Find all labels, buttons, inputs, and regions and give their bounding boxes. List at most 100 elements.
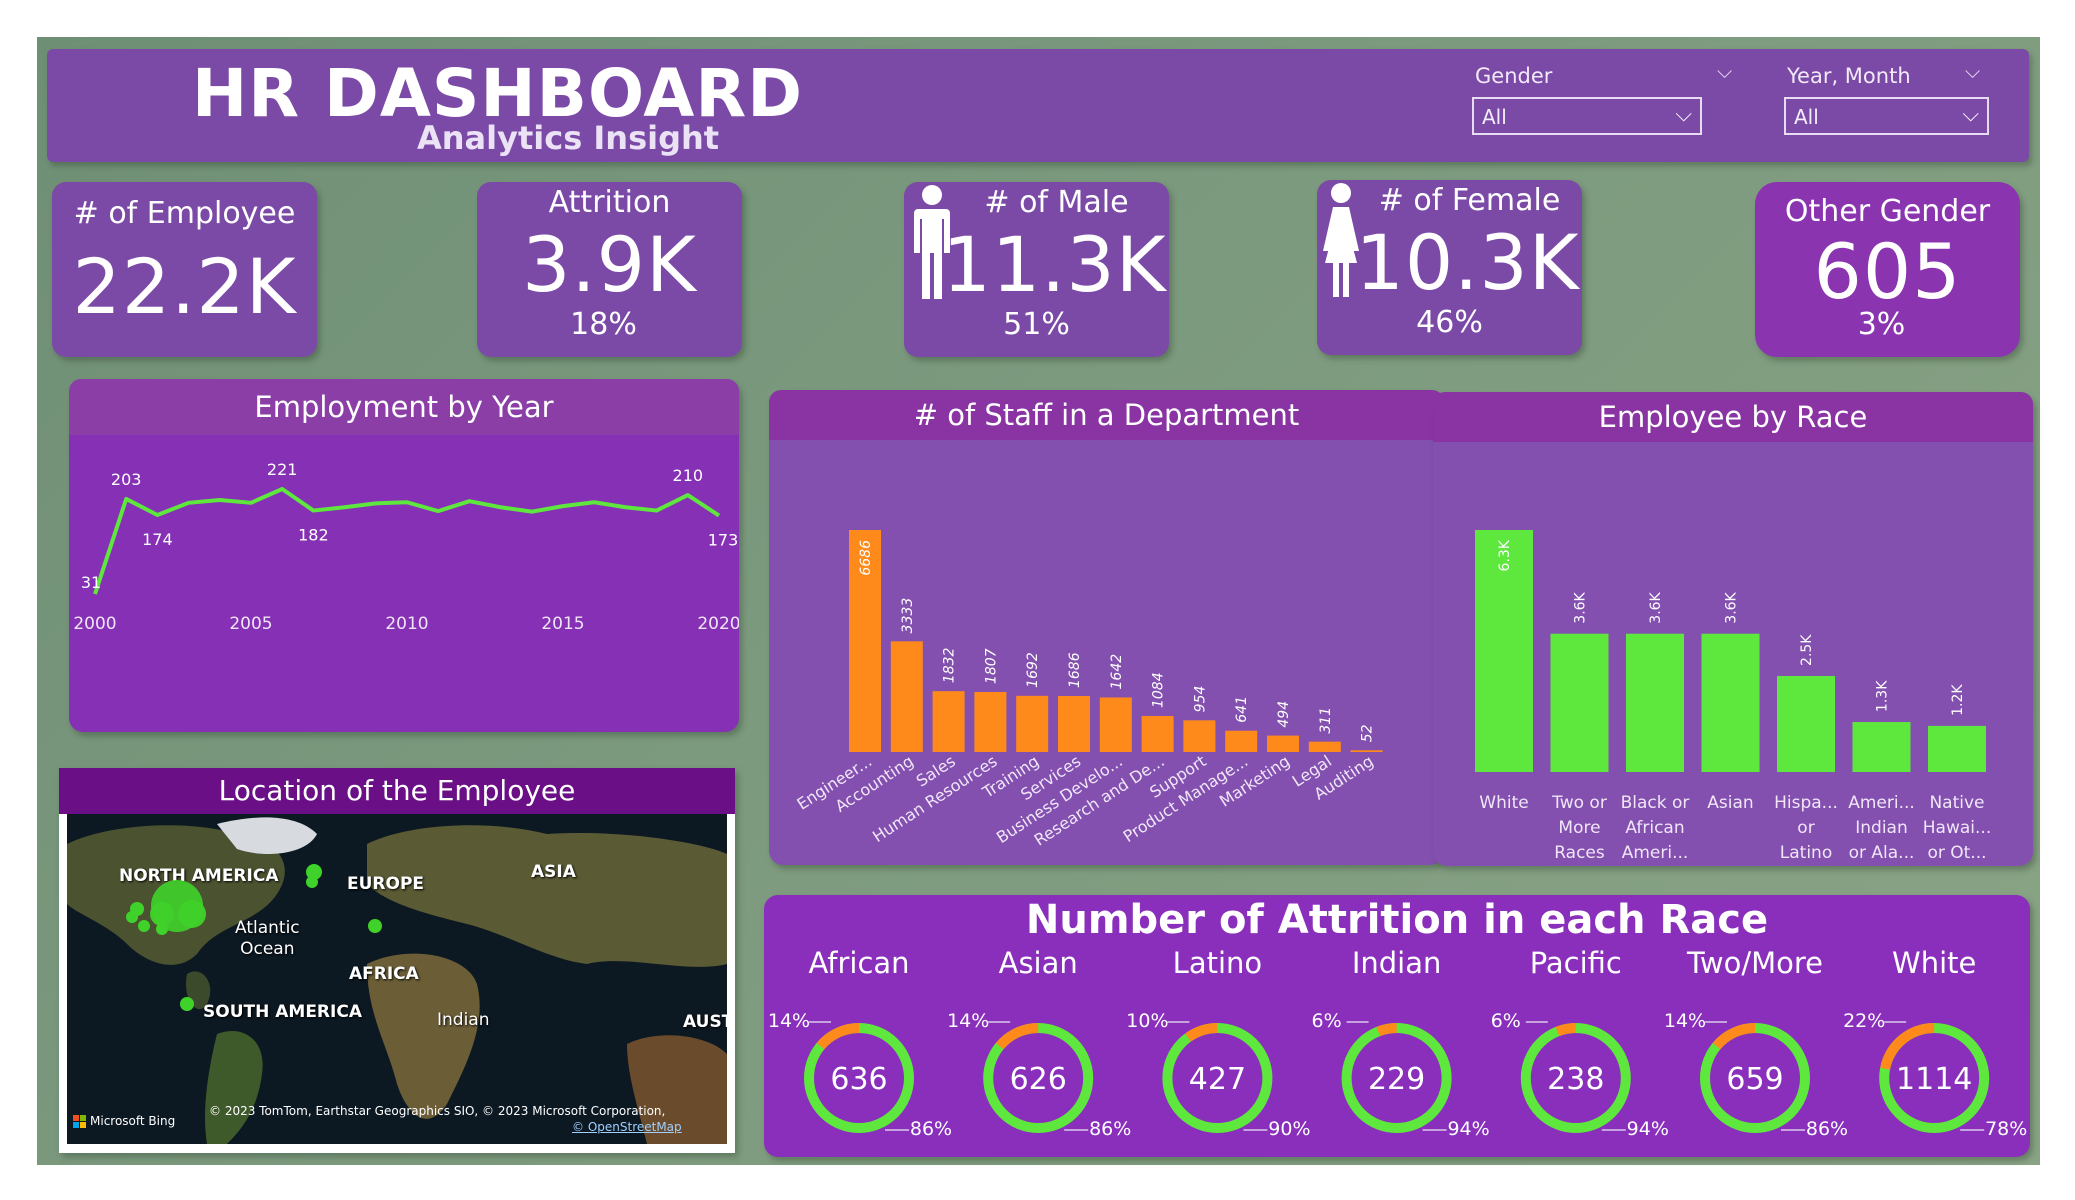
donut-rest-pct: 94%	[1447, 1118, 1489, 1140]
kpi-female-card: # of Female 10.3K 46%	[1317, 180, 1582, 355]
race-bar	[1701, 633, 1760, 772]
department-bar-label: 494	[1276, 701, 1292, 728]
employment-line	[93, 487, 721, 595]
osm-link[interactable]: © OpenStreetMap	[572, 1120, 682, 1134]
race-bar	[1852, 722, 1911, 772]
department-bar	[1308, 741, 1341, 752]
donut-attrition-pct: 6%	[1312, 1010, 1342, 1032]
race-bar	[1626, 633, 1684, 772]
donut-rest-pct: 94%	[1627, 1118, 1669, 1140]
map-credit: © 2023 TomTom, Earthstar Geographics SIO…	[209, 1104, 666, 1118]
kpi-other-gender-card: Other Gender 605 3%	[1755, 182, 2020, 357]
map-bubble	[368, 919, 382, 933]
x-tick-label: 2000	[73, 614, 116, 634]
department-bar	[1016, 695, 1049, 752]
world-map[interactable]: NORTH AMERICA EUROPE ASIA Atlantic Ocean…	[67, 814, 727, 1144]
race-category-label: Hispa...	[1774, 793, 1838, 813]
line-data-label: 173	[708, 531, 739, 550]
donut-attrition-pct: 14%	[1664, 1010, 1706, 1032]
x-tick-label: 2020	[697, 614, 739, 634]
location-map-title: Location of the Employee	[59, 768, 735, 814]
map-bubble	[156, 923, 168, 935]
donut-center-value: 626	[1010, 1062, 1067, 1097]
department-bar-label: 1692	[1025, 652, 1041, 688]
department-bar-label: 52	[1360, 724, 1376, 742]
line-data-label: 174	[142, 530, 173, 549]
x-tick-label: 2010	[385, 614, 428, 634]
attrition-donuts: African 636 14% 86% Asian 626 14% 86% Latino 427 1…	[768, 946, 2027, 1140]
gender-slicer-value: All	[1482, 105, 1507, 129]
map-bubble	[138, 920, 150, 932]
race-name-label: Two/More	[1686, 946, 1823, 980]
attrition-race-panel: Number of Attrition in each Race African…	[764, 895, 2030, 1157]
race-name-label: Pacific	[1530, 946, 1622, 980]
department-bar-label: 1807	[983, 648, 999, 684]
kpi-other-title: Other Gender	[1784, 194, 1991, 229]
kpi-other-pct: 3%	[1857, 307, 1906, 342]
race-category-label: Hawai...	[1923, 818, 1991, 838]
race-name-label: White	[1892, 946, 1976, 980]
department-bar-label: 954	[1192, 686, 1208, 713]
year-month-slicer-label: Year, Month	[1787, 64, 1911, 88]
department-bar-chart: 6686Engineer...3333Accounting1832Sales18…	[794, 530, 1383, 850]
year-month-slicer[interactable]: All ⌵	[1784, 97, 1989, 135]
race-name-label: Latino	[1173, 946, 1262, 980]
race-category-label: Asian	[1707, 793, 1753, 813]
department-bar-label: 1642	[1109, 654, 1125, 690]
department-bar	[1099, 697, 1132, 752]
bing-label: Microsoft Bing	[90, 1114, 176, 1128]
department-bar-label: 1832	[942, 647, 958, 683]
chevron-down-icon[interactable]: ⌵	[1965, 59, 1980, 83]
line-data-label: 203	[111, 470, 142, 489]
department-bar	[1225, 730, 1258, 752]
race-category-label: Two or	[1551, 793, 1607, 813]
race-category-label: White	[1479, 793, 1528, 813]
race-bar-label: 3.6K	[1648, 591, 1664, 623]
donut-center-value: 427	[1189, 1062, 1246, 1097]
x-tick-label: 2005	[229, 614, 272, 634]
donut-attrition-arc	[1555, 1023, 1577, 1037]
location-map-panel: Location of the Employee NORTH AMERICA E…	[59, 768, 735, 1153]
kpi-attrition-pct: 18%	[570, 307, 637, 342]
donut-attrition-pct: 22%	[1843, 1010, 1885, 1032]
race-name-label: African	[808, 946, 909, 980]
donut-attrition-arc	[995, 1023, 1039, 1050]
donut-center-value: 636	[830, 1062, 887, 1097]
header-panel: HR DASHBOARD Analytics Insight Gender ⌵ …	[47, 49, 2029, 162]
race-bar	[1928, 725, 1986, 772]
department-bar-label: 3333	[900, 598, 916, 634]
map-bubble	[126, 911, 138, 923]
donut-attrition-pct: 6%	[1491, 1010, 1521, 1032]
chevron-down-icon: ⌵	[1675, 102, 1692, 127]
department-bar	[932, 691, 965, 752]
race-category-label: Ameri...	[1848, 793, 1915, 813]
race-bar	[1550, 633, 1609, 772]
kpi-female-pct: 46%	[1416, 305, 1483, 340]
employee-race-panel: Employee by Race 6.3K White 3.6K Two or More…	[1433, 392, 2033, 866]
department-bar	[1183, 720, 1216, 752]
donut-center-value: 1114	[1896, 1062, 1972, 1097]
donut-attrition-pct: 14%	[947, 1010, 989, 1032]
kpi-employees-value: 22.2K	[72, 242, 297, 331]
department-bar-label: 1084	[1151, 672, 1167, 708]
department-bar	[890, 641, 923, 752]
kpi-female-value: 10.3K	[1355, 218, 1580, 307]
kpi-male-pct: 51%	[1003, 307, 1070, 342]
kpi-attrition-card: Attrition 3.9K 18%	[477, 182, 742, 357]
map-bubble	[150, 902, 174, 926]
page-subtitle: Analytics Insight	[417, 119, 720, 157]
kpi-male-title: # of Male	[984, 185, 1129, 220]
kpi-female-title: # of Female	[1378, 183, 1561, 218]
gender-slicer-label: Gender	[1475, 64, 1553, 88]
chevron-down-icon[interactable]: ⌵	[1717, 59, 1732, 83]
employment-line-chart: 31 203 174 221 182 210 173 2000 2005 2010 2015 2020	[73, 460, 739, 634]
kpi-male-value: 11.3K	[942, 220, 1167, 309]
donut-attrition-arc	[1185, 1023, 1218, 1042]
department-bar	[1141, 716, 1174, 752]
gender-slicer[interactable]: All ⌵	[1472, 97, 1702, 135]
race-category-label: or	[1797, 818, 1814, 838]
year-month-slicer-value: All	[1794, 105, 1819, 129]
race-bar-label: 2.5K	[1799, 634, 1815, 666]
department-bar-label: 1686	[1067, 652, 1083, 688]
donut-attrition-arc	[816, 1023, 860, 1050]
